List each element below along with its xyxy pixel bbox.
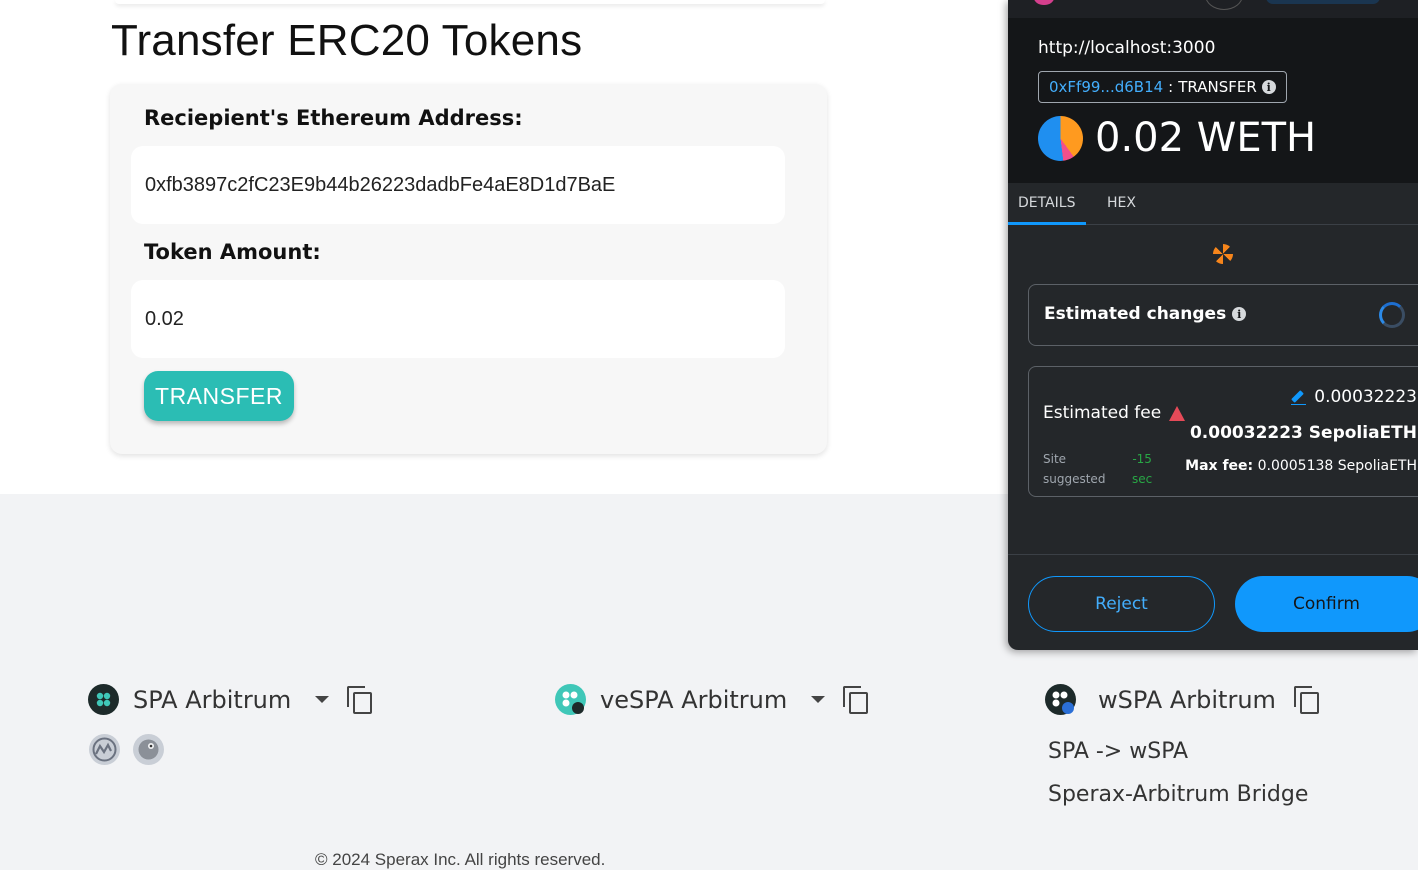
bridge-link[interactable]: Sperax-Arbitrum Bridge (1048, 782, 1308, 807)
time-value: -15 (1132, 452, 1152, 466)
estimated-changes-panel: Estimated changes i (1028, 284, 1418, 346)
confirm-button[interactable]: Confirm (1235, 576, 1418, 632)
warning-icon[interactable] (1169, 405, 1186, 421)
transaction-summary: http://localhost:3000 0xFf99...d6B14 : T… (1008, 18, 1418, 183)
weth-token-icon (1038, 115, 1083, 161)
popup-footer: Reject Confirm (1008, 554, 1418, 650)
coinmarketcap-icon[interactable] (89, 734, 120, 765)
estimated-fee-panel: Estimated fee 0.00032223 0.00032223 Sepo… (1028, 366, 1418, 497)
token-label: wSPA Arbitrum (1098, 685, 1276, 714)
fee-native: 0.00032223 SepoliaETH (1189, 423, 1417, 443)
token-amount-label: Token Amount: (144, 240, 321, 264)
reject-button[interactable]: Reject (1028, 576, 1215, 632)
recipient-address-input[interactable]: 0xfb3897c2fC23E9b44b26223dadbFe4aE8D1d7B… (131, 146, 785, 224)
popup-header (1008, 0, 1418, 18)
max-fee-value: 0.0005138 SepoliaETH (1257, 458, 1417, 474)
loading-ring-icon (1379, 302, 1405, 328)
spa-to-wspa-link[interactable]: SPA -> wSPA (1048, 739, 1188, 764)
token-amount-input[interactable]: 0.02 (131, 280, 785, 358)
account-avatar[interactable] (1205, 0, 1243, 10)
max-fee: Max fee: 0.0005138 SepoliaETH (1185, 458, 1417, 474)
estimated-changes-label: Estimated changes (1044, 304, 1227, 324)
time-estimate: -15 sec (1132, 449, 1152, 489)
chevron-down-icon[interactable] (811, 696, 826, 703)
chevron-down-icon[interactable] (315, 696, 330, 703)
origin-url: http://localhost:3000 (1038, 38, 1216, 58)
estimated-fee-label: Estimated fee (1043, 403, 1162, 423)
copyright-text: © 2024 Sperax Inc. All rights reserved. (315, 850, 606, 869)
method-separator: : (1168, 78, 1174, 96)
contract-address[interactable]: 0xFf99...d6B14 (1049, 78, 1163, 96)
transfer-button[interactable]: TRANSFER (144, 371, 294, 421)
loading-spinner-icon (1213, 244, 1233, 264)
info-icon[interactable]: i (1232, 307, 1247, 321)
info-icon[interactable]: i (1261, 80, 1276, 94)
token-label: SPA Arbitrum (133, 685, 292, 714)
token-label: veSPA Arbitrum (600, 685, 788, 714)
token-wspa-arbitrum[interactable]: wSPA Arbitrum (1045, 684, 1320, 715)
tab-details[interactable]: DETAILS (1008, 195, 1086, 225)
site-suggested-label: Site suggested (1043, 452, 1106, 486)
contract-method-badge[interactable]: 0xFf99...d6B14 : TRANSFER i (1038, 71, 1287, 103)
account-pill[interactable] (1266, 0, 1380, 4)
metamask-popup: http://localhost:3000 0xFf99...d6B14 : T… (1008, 0, 1418, 650)
max-fee-label: Max fee: (1185, 458, 1254, 474)
wspa-token-icon (1045, 684, 1076, 715)
amount-row: 0.02 WETH (1038, 115, 1316, 161)
copy-icon[interactable] (1293, 685, 1320, 714)
previous-card-edge (115, 0, 825, 4)
recipient-label: Reciepient's Ethereum Address: (144, 106, 523, 130)
vespa-token-icon (555, 684, 586, 715)
tabs: DETAILS HEX (1008, 183, 1418, 225)
transfer-form-card: Reciepient's Ethereum Address: 0xfb3897c… (110, 84, 827, 454)
network-icon[interactable] (1034, 0, 1054, 5)
copy-icon[interactable] (843, 685, 869, 714)
fee-primary: 0.00032223 (1314, 387, 1417, 407)
spa-token-icon (88, 684, 119, 715)
page-title: Transfer ERC20 Tokens (111, 16, 583, 65)
coingecko-icon[interactable] (133, 734, 164, 765)
transfer-amount: 0.02 WETH (1095, 115, 1317, 161)
copy-icon[interactable] (347, 685, 373, 714)
token-spa-arbitrum[interactable]: SPA Arbitrum (88, 684, 373, 715)
edit-gas-icon[interactable] (1291, 390, 1307, 405)
method-name: TRANSFER (1178, 78, 1257, 96)
time-unit: sec (1132, 472, 1153, 486)
tab-hex[interactable]: HEX (1107, 195, 1136, 211)
token-vespa-arbitrum[interactable]: veSPA Arbitrum (555, 684, 869, 715)
